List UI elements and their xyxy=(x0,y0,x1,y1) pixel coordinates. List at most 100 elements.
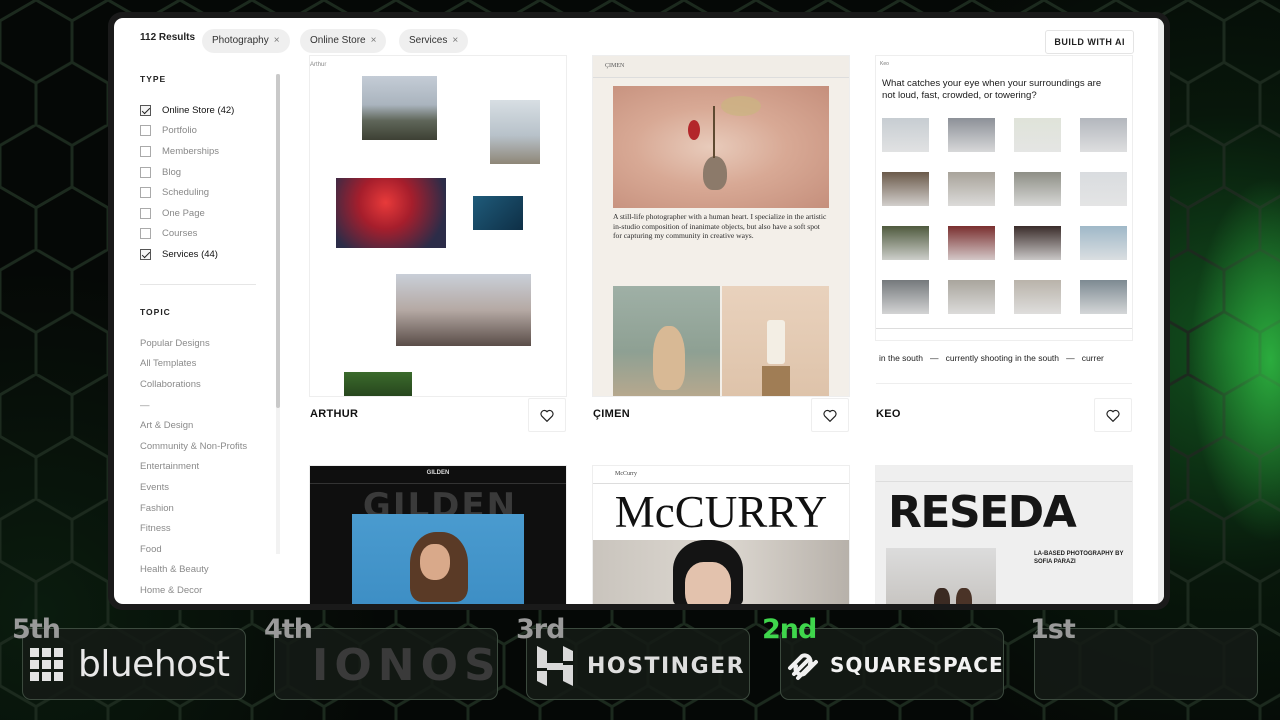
grid-photo xyxy=(1014,172,1061,206)
photo-garden xyxy=(344,372,412,396)
type-filter-label: Memberships xyxy=(162,145,220,157)
favorite-button[interactable] xyxy=(528,398,566,432)
checkbox[interactable] xyxy=(140,145,151,157)
topic-filter-link[interactable]: Health & Beauty xyxy=(140,560,270,581)
photo-portrait xyxy=(593,540,849,604)
topic-filter-link[interactable]: Home & Decor xyxy=(140,581,270,602)
brand-ionos: IONOS xyxy=(312,640,502,691)
brand-name: bluehost xyxy=(78,644,230,685)
heart-icon xyxy=(540,409,554,422)
brand-name: SQUARESPACE xyxy=(830,653,1004,677)
topic-filter-link[interactable]: All Templates xyxy=(140,354,270,375)
template-preview-arthur[interactable]: Arthur xyxy=(310,56,566,396)
template-card-arthur[interactable]: Arthur ARTHUR xyxy=(310,56,566,436)
checkbox[interactable] xyxy=(140,166,151,178)
template-name[interactable]: ARTHUR xyxy=(310,408,358,420)
type-filter-label: Online Store (42) xyxy=(162,104,235,116)
template-tagline: A still-life photographer with a human h… xyxy=(613,212,827,241)
template-preview-reseda[interactable]: RESEDA LA-BASED PHOTOGRAPHY BY SOFIA PAR… xyxy=(876,466,1132,604)
topic-filter-link[interactable]: Art & Design xyxy=(140,416,270,437)
hero-word: RESEDA xyxy=(888,487,1077,538)
topic-filter-link[interactable]: Popular Designs xyxy=(140,334,270,355)
template-name[interactable]: KEO xyxy=(876,408,901,420)
template-preview-keo[interactable]: Keo What catches your eye when your surr… xyxy=(876,56,1132,340)
hero-word: McCURRY xyxy=(614,487,828,537)
rank-label: 4th xyxy=(264,614,313,645)
template-name[interactable]: ÇIMEN xyxy=(593,408,630,420)
template-card-gilden[interactable]: GILDEN GILDEN xyxy=(310,466,566,604)
grid-photo xyxy=(1080,280,1127,314)
template-card-keo[interactable]: Keo What catches your eye when your surr… xyxy=(876,56,1132,436)
ticker-strip: in the south — currently shooting in the… xyxy=(876,346,1132,386)
grid-photo xyxy=(948,118,995,152)
grid-photo xyxy=(1080,226,1127,260)
page-scrollbar[interactable] xyxy=(1158,18,1164,604)
build-with-ai-button[interactable]: BUILD WITH AI xyxy=(1045,30,1134,54)
topic-filter-link[interactable]: — xyxy=(140,396,270,417)
template-preview-gilden[interactable]: GILDEN GILDEN xyxy=(310,466,566,604)
type-filter-option[interactable]: One Page xyxy=(140,203,270,224)
template-card-reseda[interactable]: RESEDA LA-BASED PHOTOGRAPHY BY SOFIA PAR… xyxy=(876,466,1132,604)
topic-filter-link[interactable]: Community & Non-Profits xyxy=(140,437,270,458)
type-filter-option[interactable]: Memberships xyxy=(140,141,270,162)
filter-chip-label: Photography xyxy=(212,35,269,46)
checkbox-checked[interactable] xyxy=(140,104,151,116)
type-filter-option[interactable]: Courses xyxy=(140,224,270,245)
sidebar-divider xyxy=(140,283,256,285)
photo-seated-figure xyxy=(396,274,531,346)
checkbox[interactable] xyxy=(140,228,151,240)
filter-chip-photography[interactable]: Photography × xyxy=(202,29,290,53)
heart-icon xyxy=(823,409,837,422)
topic-filter-link[interactable]: Fitness xyxy=(140,519,270,540)
site-label: GILDEN xyxy=(426,470,450,476)
type-filter-label: Scheduling xyxy=(162,187,210,199)
grid-photo xyxy=(882,172,929,206)
grid-photo xyxy=(948,280,995,314)
checkbox[interactable] xyxy=(140,125,151,137)
photo-pair xyxy=(886,548,996,604)
remove-filter-icon[interactable]: × xyxy=(371,35,377,46)
template-preview-cimen[interactable]: ÇIMEN A still-life photographer with a h… xyxy=(593,56,849,396)
template-card-mccurry[interactable]: McCurry McCURRY xyxy=(593,466,849,604)
photo-vase-left xyxy=(613,286,720,396)
topic-filter-list: Popular Designs All Templates Collaboratio… xyxy=(140,334,270,602)
site-label: Arthur xyxy=(310,62,327,68)
template-preview-mccurry[interactable]: McCurry McCURRY xyxy=(593,466,849,604)
topic-filter-link[interactable]: Food xyxy=(140,540,270,561)
photo-still-life xyxy=(613,86,829,208)
type-filter-list: Online Store (42) Portfolio Memberships Blo… xyxy=(140,100,270,265)
filter-chip-services[interactable]: Services × xyxy=(399,29,469,53)
type-filter-label: Blog xyxy=(162,166,182,178)
grid-photo xyxy=(882,118,929,152)
favorite-button[interactable] xyxy=(1094,398,1132,432)
checkbox[interactable] xyxy=(140,187,151,199)
topic-filter-link[interactable]: Events xyxy=(140,478,270,499)
checkbox[interactable] xyxy=(140,207,151,219)
remove-filter-icon[interactable]: × xyxy=(274,35,280,46)
type-filter-option[interactable]: Blog xyxy=(140,162,270,183)
topic-filter-link[interactable]: Fashion xyxy=(140,499,270,520)
site-header xyxy=(593,56,849,78)
type-filter-option[interactable]: Scheduling xyxy=(140,182,270,203)
template-card-cimen[interactable]: ÇIMEN A still-life photographer with a h… xyxy=(593,56,849,436)
template-headline: What catches your eye when your surround… xyxy=(882,78,1102,101)
topic-filter-link[interactable]: Entertainment xyxy=(140,457,270,478)
photo-swimmer xyxy=(473,196,523,230)
rank-label: 5th xyxy=(12,614,61,645)
type-filter-label: Portfolio xyxy=(162,125,197,137)
topic-filter-link[interactable]: Collaborations xyxy=(140,375,270,396)
brand-bluehost: bluehost xyxy=(30,644,230,685)
type-filter-option[interactable]: Online Store (42) xyxy=(140,100,270,121)
filter-chip-online-store[interactable]: Online Store × xyxy=(300,29,387,53)
sidebar-scrollbar-thumb[interactable] xyxy=(276,74,280,408)
favorite-button[interactable] xyxy=(811,398,849,432)
type-filter-option[interactable]: Services (44) xyxy=(140,244,270,265)
photo-vase-right xyxy=(722,286,829,396)
type-filter-option[interactable]: Portfolio xyxy=(140,121,270,142)
grid-photo xyxy=(948,172,995,206)
remove-filter-icon[interactable]: × xyxy=(452,35,458,46)
browser-window: 112 Results Photography × Online Store × S… xyxy=(108,12,1170,610)
grid-photo xyxy=(1014,280,1061,314)
photo-horses xyxy=(362,76,437,140)
checkbox-checked[interactable] xyxy=(140,248,151,260)
